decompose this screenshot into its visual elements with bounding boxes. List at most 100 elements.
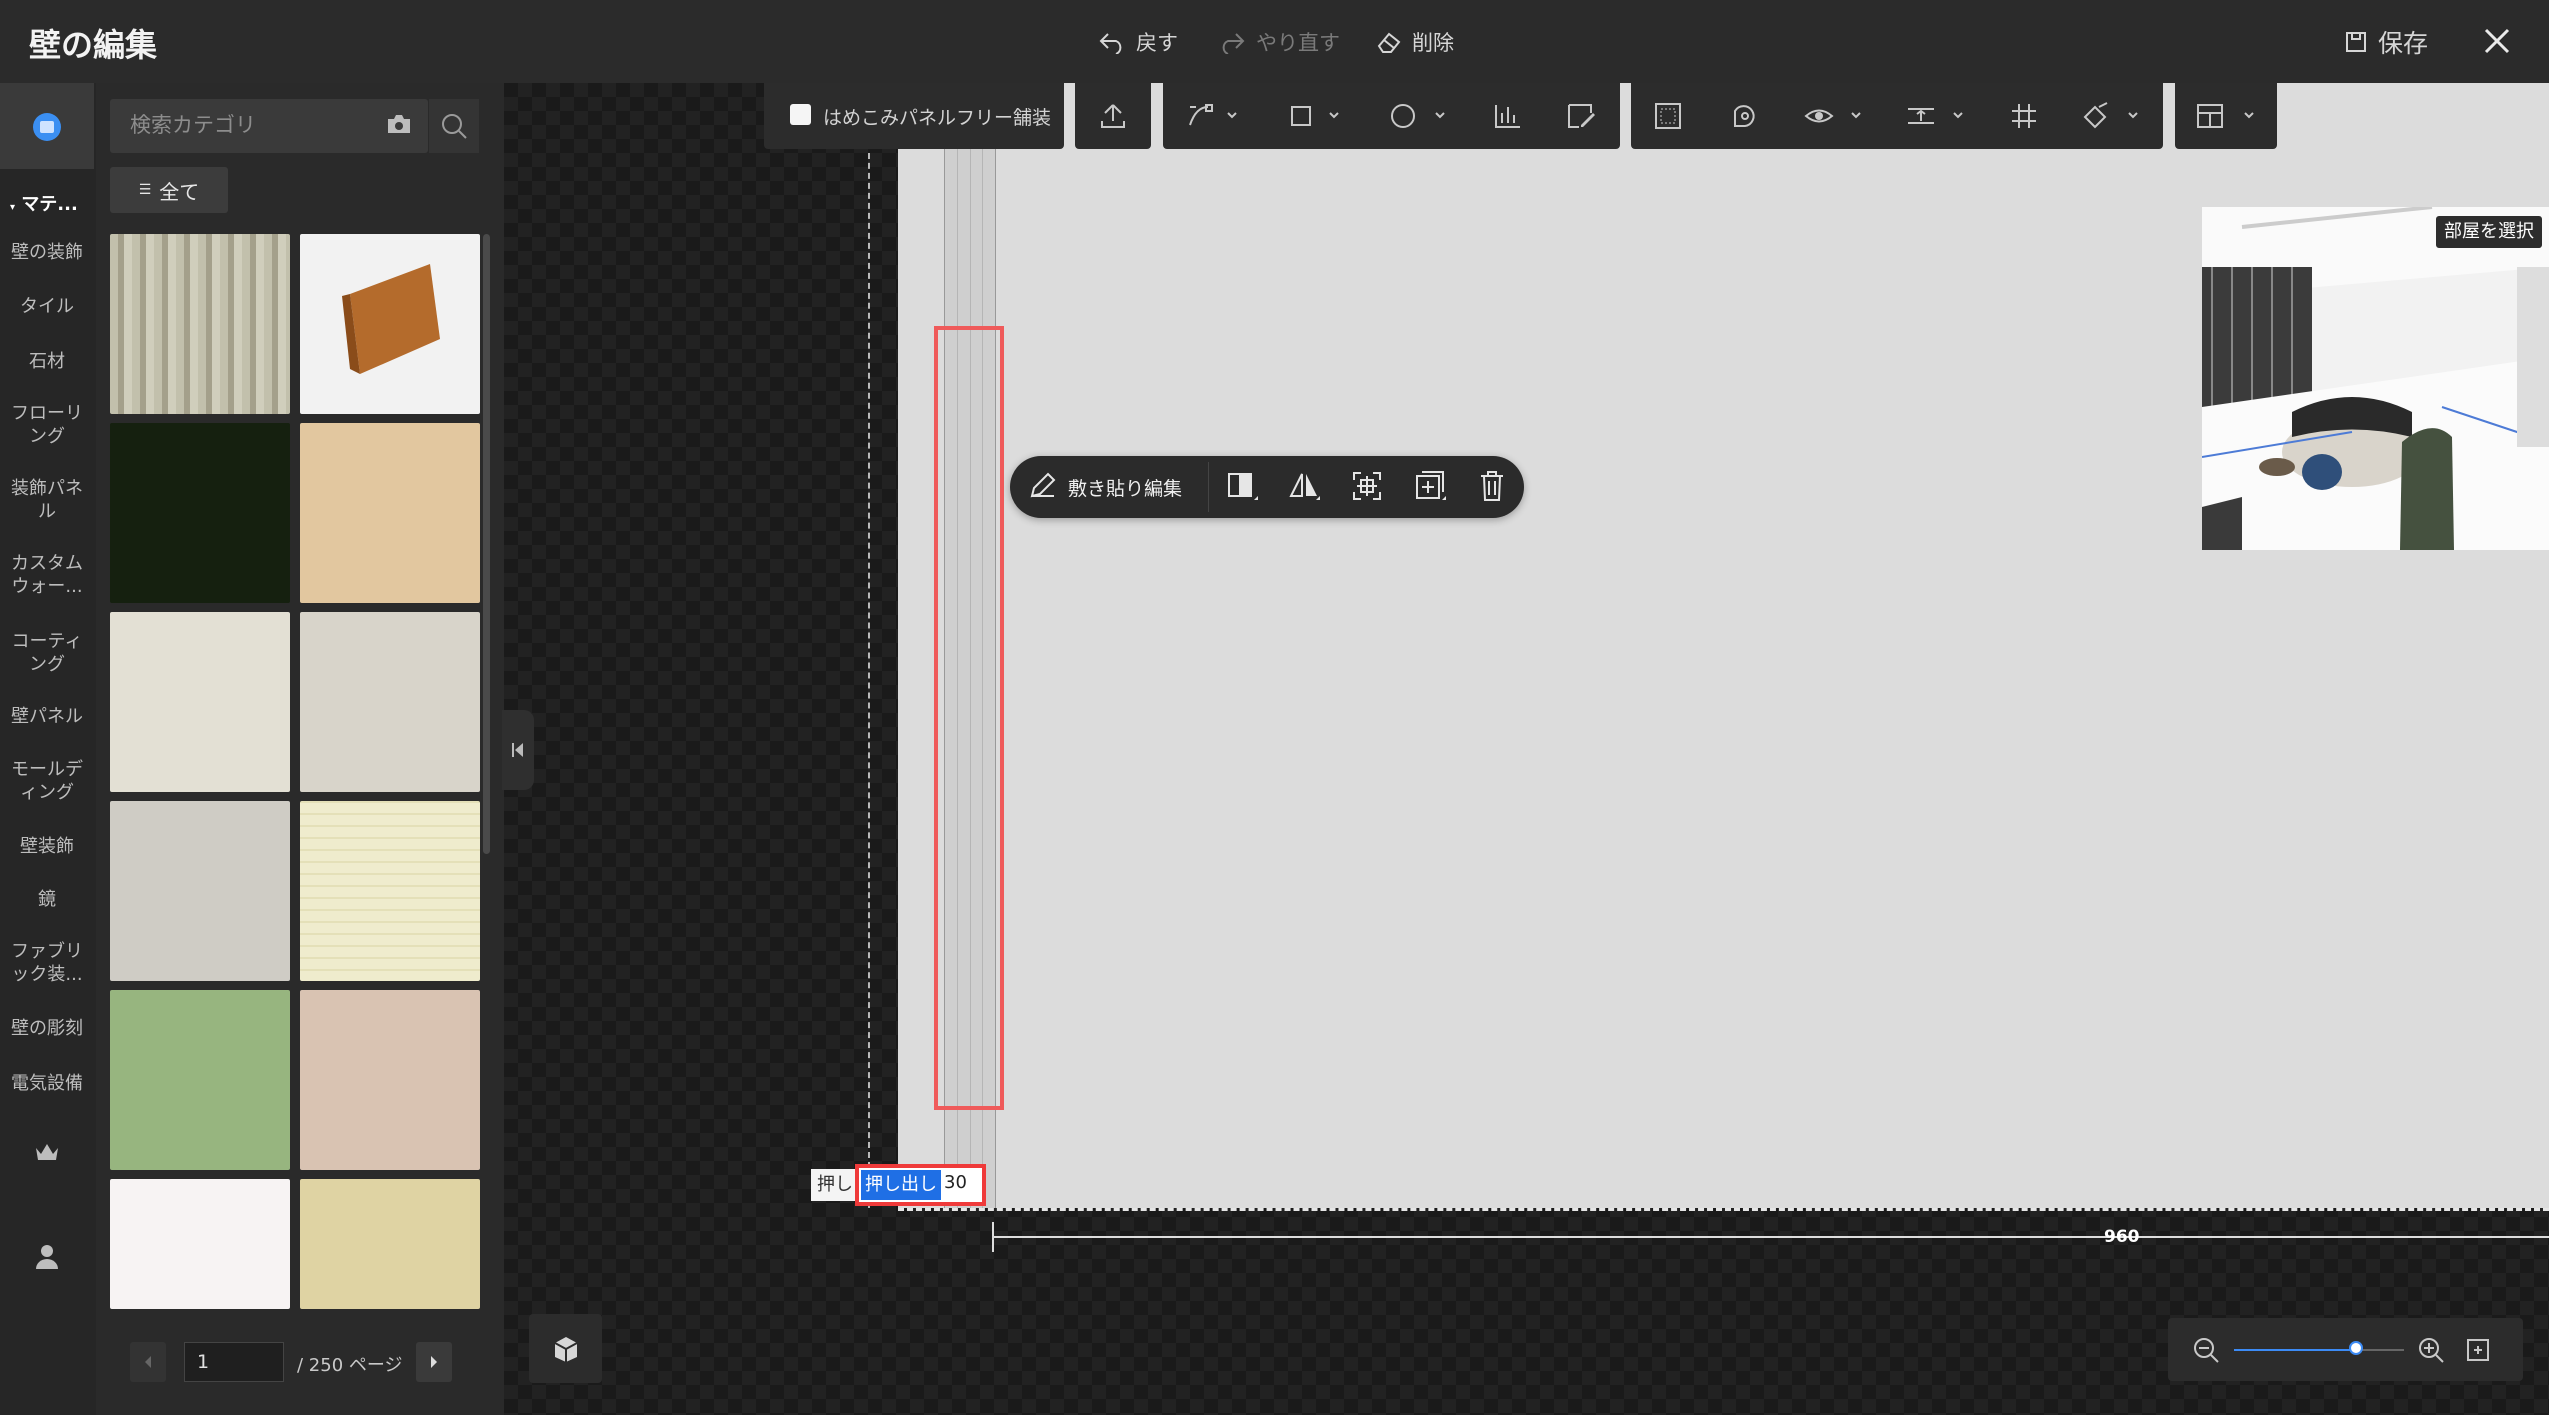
search-input[interactable]	[128, 112, 372, 138]
dimension-label: 960	[2104, 1227, 2140, 1247]
material-tile-green-plaster[interactable]	[110, 990, 290, 1170]
panel-free-label: はめこみパネルフリー舗装	[823, 107, 1052, 129]
next-page-button[interactable]	[416, 1342, 452, 1382]
material-tile-beige-marble[interactable]	[300, 990, 480, 1170]
zoom-in-icon[interactable]	[2417, 1336, 2445, 1364]
layout-dropdown[interactable]	[2195, 98, 2259, 134]
save-label: 保存	[2378, 29, 2429, 58]
rectangle-tool-dropdown[interactable]	[1288, 98, 1342, 134]
grid-icon[interactable]	[2009, 98, 2039, 134]
material-tile-cream-check-fabric[interactable]	[300, 801, 480, 981]
material-tile-weathered-wood-planks[interactable]	[110, 234, 290, 414]
material-tile-grey-plaster[interactable]	[110, 801, 290, 981]
category-item[interactable]: 壁の彫刻	[0, 1017, 94, 1040]
category-rail	[0, 83, 97, 1415]
redo-button[interactable]: やり直す	[1218, 24, 1340, 60]
save-button[interactable]: 保存	[2344, 24, 2428, 60]
category-item[interactable]: カスタム ウォー...	[0, 552, 94, 598]
material-tile-white-leaf-pattern[interactable]	[110, 1179, 290, 1309]
category-item[interactable]: 装飾パネ ル	[0, 477, 94, 523]
category-item[interactable]: モールデ ィング	[0, 758, 94, 804]
add-copy-icon[interactable]	[1414, 470, 1448, 502]
prev-page-button[interactable]	[130, 1342, 166, 1382]
eraser-icon	[1376, 30, 1402, 54]
category-item[interactable]: 壁の装飾	[0, 241, 94, 264]
paint-brush-icon	[2083, 102, 2138, 129]
room-preview[interactable]	[2202, 207, 2549, 550]
baseboard-icon	[342, 264, 440, 374]
undo-button[interactable]: 戻す	[1098, 24, 1178, 60]
library-scrollbar[interactable]	[483, 234, 490, 854]
material-tile-dark-green-plain[interactable]	[110, 423, 290, 603]
category-item[interactable]: ファブリ ック装...	[0, 940, 94, 986]
upload-icon[interactable]	[1098, 98, 1128, 134]
camera-icon[interactable]	[386, 113, 412, 135]
align-bottom-icon[interactable]	[1492, 98, 1524, 134]
tile-edit-label[interactable]: 敷き貼り編集	[1068, 474, 1182, 501]
category-item[interactable]: 壁装飾	[0, 835, 94, 858]
material-tile-cream-marble-tile[interactable]	[110, 612, 290, 792]
tile-edit-icon[interactable]	[1028, 472, 1056, 500]
mirror-icon[interactable]	[1288, 470, 1322, 502]
category-item[interactable]: 鏡	[0, 888, 94, 911]
dimension-line	[992, 1236, 2549, 1238]
cube-icon	[554, 1337, 578, 1362]
user-icon[interactable]	[34, 1243, 60, 1269]
category-item[interactable]: タイル	[0, 295, 94, 318]
material-tile-wood-baseboard-molding[interactable]	[300, 234, 480, 414]
delete-label: 削除	[1412, 31, 1454, 55]
collapse-left-icon	[512, 743, 523, 757]
category-item[interactable]: 電気設備	[0, 1072, 94, 1095]
circle-tool-dropdown[interactable]	[1388, 98, 1448, 134]
category-item[interactable]: コーティ ング	[0, 630, 94, 676]
edit-area-icon[interactable]	[1565, 98, 1597, 134]
category-item[interactable]: 壁パネル	[0, 705, 94, 728]
context-divider	[1208, 462, 1209, 512]
view-3d-button[interactable]	[529, 1314, 602, 1383]
list-filter-icon: ☰	[138, 182, 152, 198]
material-tile-gold-damask[interactable]	[300, 1179, 480, 1309]
page-number-input[interactable]	[184, 1342, 284, 1382]
wall-edge-line	[868, 83, 870, 1208]
collapse-panel-button[interactable]	[502, 710, 534, 790]
lasso-icon[interactable]	[1730, 98, 1760, 134]
fit-center-icon[interactable]	[1351, 470, 1383, 502]
zoom-slider-track[interactable]	[2234, 1341, 2404, 1355]
paint-dropdown[interactable]	[2081, 98, 2141, 134]
delete-button[interactable]: 削除	[1376, 24, 1454, 60]
undo-icon	[1098, 30, 1126, 54]
filter-all-button[interactable]: ☰ 全て	[110, 167, 228, 213]
rectangle-icon	[1291, 106, 1339, 126]
split-icon[interactable]	[1226, 470, 1260, 502]
zoom-out-icon[interactable]	[2192, 1336, 2220, 1364]
redo-icon	[1218, 30, 1246, 54]
material-icon	[33, 113, 61, 141]
extrude-value[interactable]: 30	[944, 1172, 967, 1193]
visibility-dropdown[interactable]	[1804, 98, 1864, 134]
room-select-button[interactable]: 部屋を選択	[2436, 216, 2542, 248]
crown-icon[interactable]	[33, 1140, 61, 1164]
material-tile-light-grey-wood[interactable]	[300, 612, 480, 792]
section-label: マテ...	[21, 194, 78, 215]
material-tab[interactable]	[0, 83, 94, 169]
eye-icon	[1804, 109, 1861, 123]
category-item[interactable]: 石材	[0, 350, 94, 373]
fit-screen-icon[interactable]	[2466, 1338, 2490, 1362]
section-header[interactable]: ▾ マテ...	[10, 190, 78, 216]
zoom-slider-thumb[interactable]	[2349, 1341, 2364, 1355]
pen-tool-dropdown[interactable]	[1186, 98, 1240, 134]
page-total-label: / 250 ページ	[297, 1355, 403, 1376]
zoom-control	[2168, 1318, 2523, 1381]
search-button[interactable]	[428, 99, 479, 153]
close-icon[interactable]	[2482, 26, 2512, 56]
panel-free-checkbox[interactable]	[790, 104, 811, 125]
trash-icon[interactable]	[1478, 470, 1506, 502]
spacing-dropdown[interactable]	[1906, 98, 1966, 134]
pen-curve-icon	[1189, 104, 1237, 126]
selected-strip-highlight	[934, 326, 1004, 1110]
circle-icon	[1391, 104, 1445, 128]
material-tile-light-oak-wood[interactable]	[300, 423, 480, 603]
redo-label: やり直す	[1256, 31, 1340, 55]
category-item[interactable]: フローリ ング	[0, 402, 94, 448]
select-frame-icon[interactable]	[1653, 98, 1683, 134]
